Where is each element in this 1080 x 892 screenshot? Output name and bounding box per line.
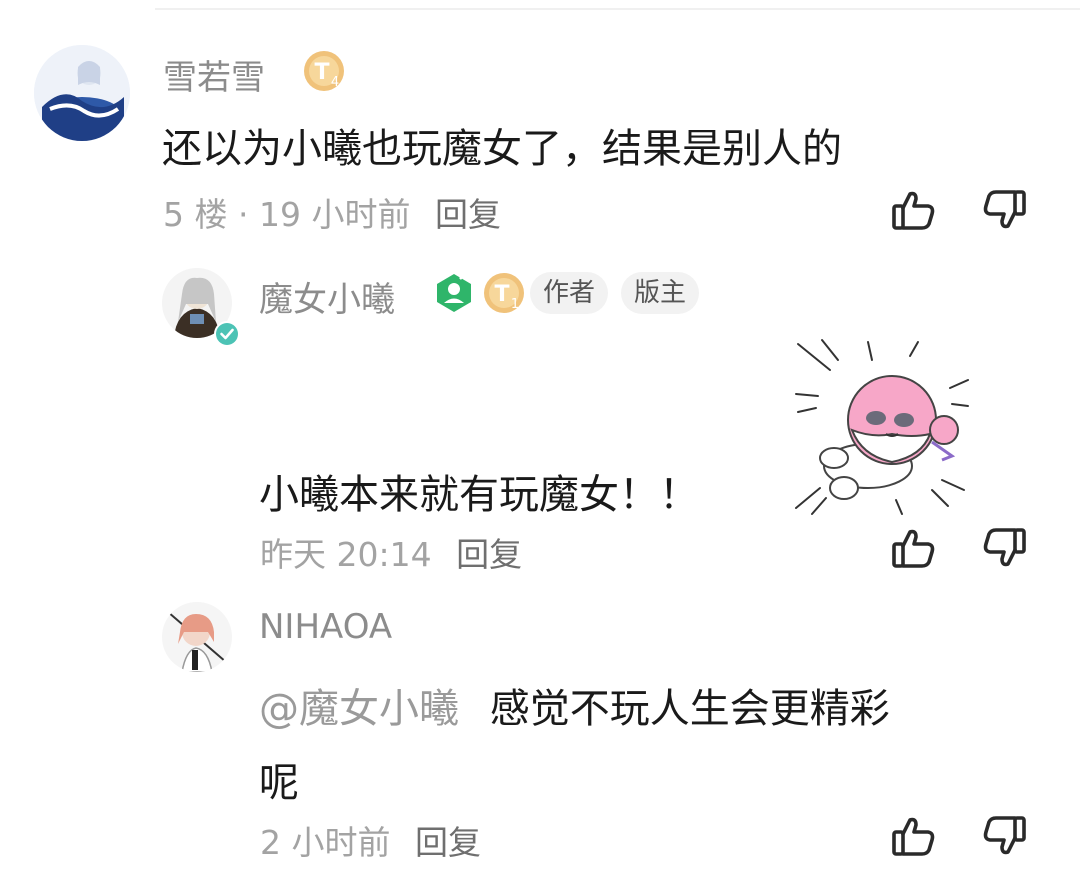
moderator-tag: 版主 <box>621 272 700 314</box>
floor-number: 5 楼 <box>163 195 228 234</box>
sticker-image <box>792 338 972 518</box>
comment-username[interactable]: 雪若雪 <box>163 50 265 99</box>
thumbs-down-icon[interactable] <box>980 812 1028 860</box>
user-level-badge: T 4 <box>302 49 346 93</box>
reply-username[interactable]: 魔女小曦 <box>259 272 395 321</box>
thumbs-up-icon[interactable] <box>890 186 938 234</box>
comment-text: 还以为小曦也玩魔女了，结果是别人的 <box>162 126 842 172</box>
comment-time: 19 小时前 <box>259 195 411 234</box>
level-up-icon <box>433 272 475 314</box>
badge-sub: 4 <box>331 75 339 90</box>
reply-button[interactable]: 回复 <box>415 823 481 862</box>
comment-meta: 5 楼 · 19 小时前 回复 <box>163 188 501 236</box>
reply-text: 小曦本来就有玩魔女！！ <box>259 472 699 518</box>
verified-check-icon <box>213 320 241 348</box>
thumbs-up-icon[interactable] <box>890 524 938 572</box>
meta-dot: · <box>238 195 249 234</box>
badge-sub: 1 <box>511 297 519 312</box>
avatar[interactable] <box>162 602 232 672</box>
reply-username[interactable]: NIHAOA <box>259 607 392 647</box>
badge-letter: T <box>314 60 329 85</box>
reply-meta: 2 小时前 回复 <box>260 816 481 864</box>
reply-time: 昨天 20:14 <box>260 535 432 574</box>
thumbs-down-icon[interactable] <box>980 524 1028 572</box>
user-level-badge: T 1 <box>482 271 526 315</box>
reply-meta: 昨天 20:14 回复 <box>260 528 522 576</box>
reply-button[interactable]: 回复 <box>456 535 522 574</box>
thumbs-down-icon[interactable] <box>980 186 1028 234</box>
reply-text-line1: 感觉不玩人生会更精彩 <box>489 686 890 732</box>
reply-time: 2 小时前 <box>260 823 391 862</box>
top-divider <box>155 8 1080 10</box>
reply-text-line2: 呢 <box>259 760 299 806</box>
avatar[interactable] <box>34 45 130 141</box>
thumbs-up-icon[interactable] <box>890 812 938 860</box>
mention-link[interactable]: @魔女小曦 <box>259 686 459 732</box>
author-tag: 作者 <box>530 272 609 314</box>
reply-text: @魔女小曦 感觉不玩人生会更精彩 <box>259 676 890 734</box>
reply-button[interactable]: 回复 <box>435 195 501 234</box>
badge-letter: T <box>494 282 509 307</box>
